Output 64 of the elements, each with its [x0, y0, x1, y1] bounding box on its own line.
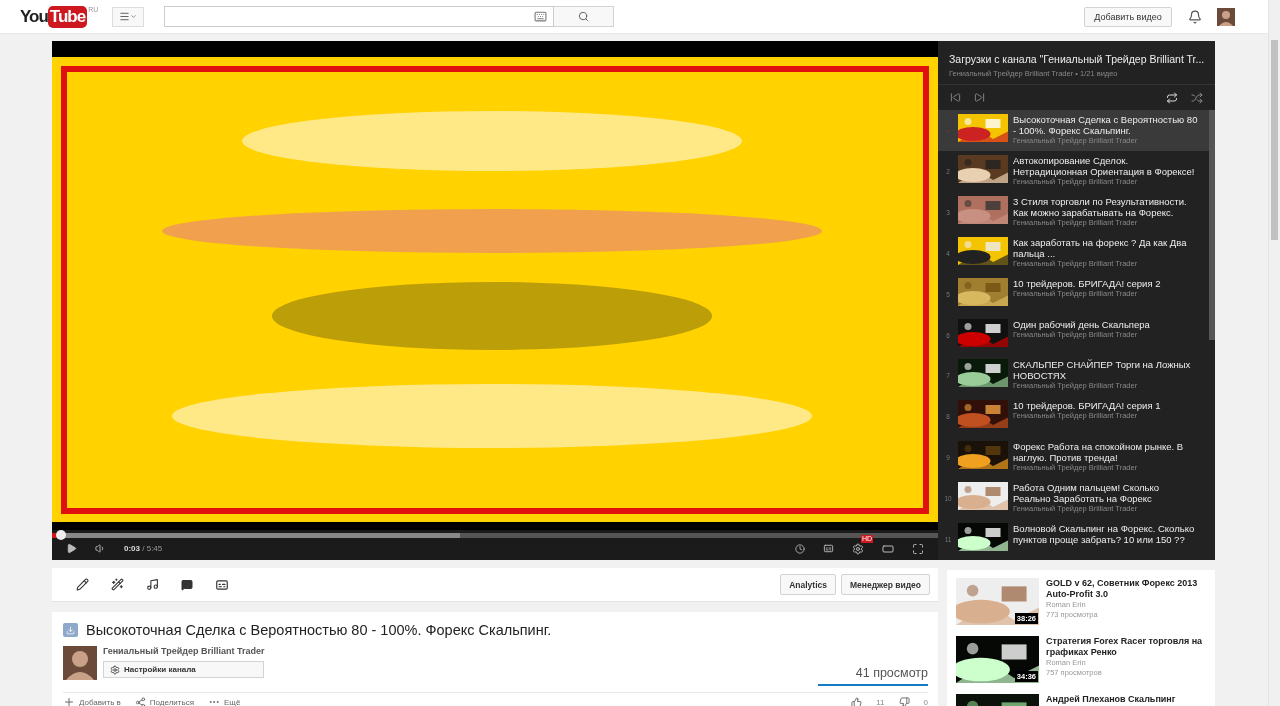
channel-settings-button[interactable]: Настройки канала — [103, 661, 265, 678]
avatar[interactable] — [1216, 7, 1235, 26]
next-icon[interactable] — [974, 92, 985, 103]
playlist-item-title: СКАЛЬПЕР СНАЙПЕР Торги на Ложных НОВОСТЯХ — [1013, 359, 1192, 382]
suggested-video[interactable]: Андрей Плеханов Скальпинг — [956, 694, 1215, 706]
music-note-icon[interactable] — [145, 578, 159, 591]
playlist-item-title: Форекс Работа на спокойном рынке. В наглую. Против тренда! — [1013, 441, 1185, 464]
like-count: 11 — [876, 697, 885, 706]
channel-avatar[interactable] — [63, 646, 97, 680]
menu-icon — [119, 11, 131, 22]
page-scrollbar[interactable] — [1268, 0, 1280, 706]
caret-icon — [130, 13, 138, 20]
suggested-title: Стратегия Forex Racer торговля на графиках Ренко — [1046, 636, 1204, 658]
guide-button[interactable] — [112, 6, 145, 27]
time-display: 0:03 / 5:45 — [124, 544, 163, 553]
dislike-count: 0 — [923, 697, 928, 706]
dislike-icon[interactable] — [898, 696, 910, 706]
channel-name[interactable]: Гениальный Трейдер Brilliant Trader — [103, 646, 265, 656]
playlist-item-title: Как заработать на форекс ? Да как Два пальца ... — [1013, 236, 1188, 259]
download-icon — [63, 623, 78, 637]
wand-icon[interactable] — [110, 578, 124, 591]
settings-icon[interactable] — [852, 542, 864, 555]
playlist-item-title: 10 трейдеров. БРИГАДА! серия 2 — [1013, 277, 1161, 289]
toolbar-button[interactable]: Analytics — [780, 574, 836, 595]
gear-icon — [110, 664, 120, 675]
plus-icon — [63, 696, 75, 706]
view-count: 41 просмотр — [855, 666, 928, 680]
upload-button[interactable]: Добавить видео — [1084, 6, 1172, 27]
search-icon — [578, 11, 590, 22]
loop-icon[interactable] — [1166, 91, 1178, 104]
keyboard-icon[interactable] — [534, 10, 548, 23]
playlist-title: Загрузки с канала "Гениальный Трейдер Brilliant Tr... — [949, 53, 1205, 65]
playlist-item-title: 3 Стиля торговли по Результативности. Как можно зарабатывать на Форекс. — [1013, 195, 1188, 218]
captions-icon[interactable] — [215, 577, 229, 592]
search-field[interactable] — [164, 6, 555, 27]
toolbar-button[interactable]: Менеджер видео — [840, 574, 930, 595]
suggested-title: GOLD v 62, Советник Форекс 2013 Auto-Profit 3.0 — [1046, 578, 1199, 600]
share-icon — [134, 696, 146, 706]
volume-icon[interactable] — [95, 543, 106, 554]
playlist-item-title: Высокоточная Сделка с Вероятностью 80 - 100%. Форекс Скальпинг. — [1013, 114, 1199, 136]
video-title: Высокоточная Сделка с Вероятностью 80 - 100%. Форекс Скальпинг. — [86, 622, 552, 638]
subtitles-icon[interactable] — [823, 543, 834, 554]
clock-icon[interactable] — [795, 543, 805, 554]
shuffle-icon[interactable] — [1191, 91, 1203, 104]
action-button[interactable]: Поделиться — [134, 696, 194, 706]
playlist-item-title: Один рабочий день Скальпера — [1013, 318, 1150, 330]
action-button[interactable]: Добавить в — [63, 696, 121, 706]
playlist-item-title: Автокопирование Сделок. Нетрадиционная Ориентация в Форексе! — [1013, 154, 1196, 177]
now-playing-icon — [945, 128, 951, 134]
action-button[interactable]: Ещё — [208, 696, 241, 706]
comment-icon[interactable] — [181, 578, 193, 591]
playlist-item-title: 10 трейдеров. БРИГАДА! серия 1 — [1013, 400, 1161, 412]
fullscreen-icon[interactable] — [912, 542, 924, 555]
suggested-title: Андрей Плеханов Скальпинг — [1046, 694, 1177, 705]
progress-handle[interactable] — [55, 530, 66, 540]
scrollbar[interactable] — [1209, 110, 1215, 340]
previous-icon[interactable] — [950, 92, 961, 103]
pencil-icon[interactable] — [75, 578, 89, 591]
bell-icon[interactable] — [1187, 9, 1202, 24]
theater-icon[interactable] — [882, 542, 894, 555]
playlist-item-title: Работа Одним пальцем! Сколько Реально Заработать на Форекс — [1013, 482, 1161, 505]
playlist-item-title: Волновой Скальпинг на Форекс. Сколько пунктов проще забрать? 10 или 150 ?? — [1013, 523, 1196, 546]
play-icon[interactable] — [66, 543, 77, 554]
like-icon[interactable] — [851, 696, 863, 706]
